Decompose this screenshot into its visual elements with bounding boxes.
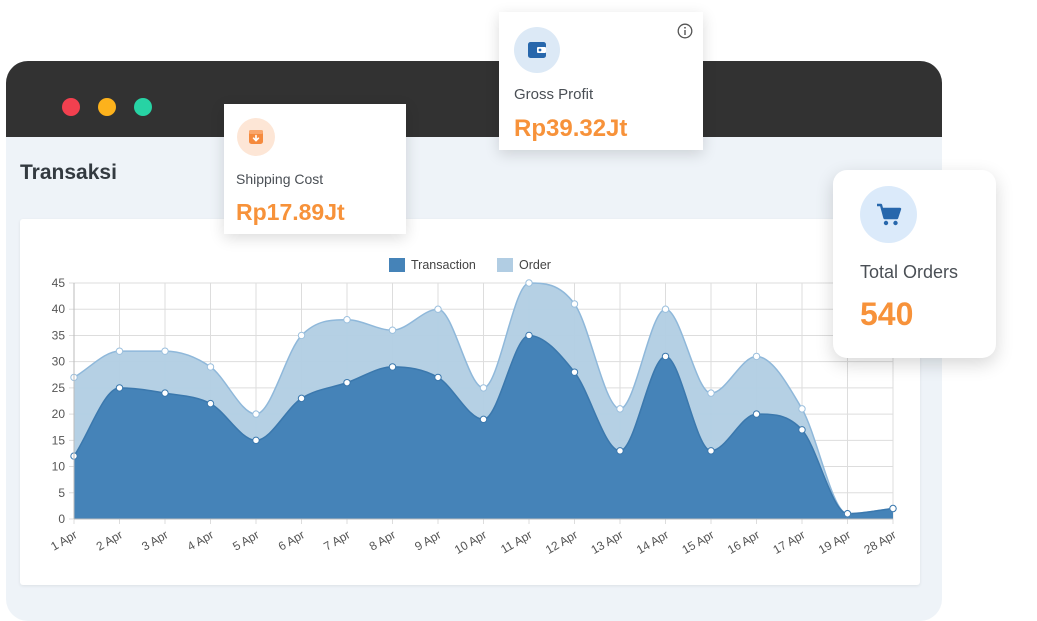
info-icon[interactable] <box>677 23 693 39</box>
transaction-point[interactable] <box>388 363 397 371</box>
transaction-point[interactable] <box>434 373 442 382</box>
legend-label[interactable]: Transaction <box>411 258 476 272</box>
x-tick-label: 3 Apr <box>139 527 170 553</box>
transaction-point[interactable] <box>206 399 215 408</box>
y-tick-label: 40 <box>52 302 66 316</box>
x-tick-label: 8 Apr <box>367 527 398 553</box>
shipping-cost-value: Rp17.89Jt <box>236 199 345 225</box>
y-tick-label: 15 <box>52 433 66 447</box>
wallet-icon <box>514 27 560 73</box>
x-tick-label: 2 Apr <box>94 527 125 553</box>
order-point[interactable] <box>161 347 169 355</box>
legend-swatch <box>497 258 513 272</box>
close-dot[interactable] <box>62 98 80 116</box>
order-point[interactable] <box>252 410 260 418</box>
legend-swatch <box>389 258 405 272</box>
shipping-cost-label: Shipping Cost <box>236 171 324 187</box>
order-point[interactable] <box>570 300 579 308</box>
x-tick-label: 12 Apr <box>543 527 580 556</box>
transaction-point[interactable] <box>889 504 897 513</box>
transaction-point[interactable] <box>297 394 306 403</box>
order-point[interactable] <box>115 347 124 355</box>
x-tick-label: 19 Apr <box>816 527 853 556</box>
order-point[interactable] <box>434 305 442 313</box>
y-tick-label: 0 <box>58 512 65 526</box>
x-tick-label: 16 Apr <box>725 527 762 556</box>
x-tick-label: 1 Apr <box>48 527 79 553</box>
y-tick-label: 10 <box>52 460 66 474</box>
transaction-point[interactable] <box>161 389 169 397</box>
order-point[interactable] <box>661 305 670 313</box>
x-tick-label: 6 Apr <box>276 527 307 553</box>
x-tick-label: 13 Apr <box>588 527 625 556</box>
x-tick-label: 5 Apr <box>230 527 261 553</box>
transaction-point[interactable] <box>525 331 533 340</box>
order-point[interactable] <box>752 352 761 361</box>
total-orders-card: Total Orders 540 <box>833 170 996 358</box>
gross-profit-value: Rp39.32Jt <box>514 115 628 142</box>
box-icon <box>237 118 275 156</box>
transaction-point[interactable] <box>798 426 806 434</box>
minimize-dot[interactable] <box>98 98 116 116</box>
y-tick-label: 45 <box>52 276 66 290</box>
order-point[interactable] <box>798 405 806 413</box>
order-point[interactable] <box>206 363 215 371</box>
cart-icon <box>860 186 917 243</box>
transaction-point[interactable] <box>661 352 670 361</box>
maximize-dot[interactable] <box>134 98 152 116</box>
y-tick-label: 25 <box>52 381 66 395</box>
x-tick-label: 14 Apr <box>634 527 671 556</box>
x-tick-label: 4 Apr <box>185 527 216 553</box>
chart-card: 0 5 10 15 20 25 30 35 40 45 1 Apr 2 Apr 3 Apr 4 Apr 5 … <box>20 219 920 585</box>
order-point[interactable] <box>525 279 533 287</box>
shipping-cost-card: Shipping Cost Rp17.89Jt <box>224 104 406 234</box>
order-point[interactable] <box>616 405 624 413</box>
y-tick-label: 35 <box>52 328 66 342</box>
transaction-point[interactable] <box>115 384 124 392</box>
order-point[interactable] <box>707 389 715 397</box>
browser-window: Transaksi 0 5 10 15 20 25 30 35 40 45 1 Apr 2 Apr 3 … <box>6 61 942 621</box>
total-orders-label: Total Orders <box>860 262 959 282</box>
x-tick-label: 10 Apr <box>452 527 489 556</box>
y-tick-label: 5 <box>58 486 65 500</box>
x-tick-label: 15 Apr <box>679 527 716 556</box>
legend-label[interactable]: Order <box>519 258 551 272</box>
total-orders-value: 540 <box>860 296 914 332</box>
transaction-point[interactable] <box>343 378 351 387</box>
transaction-point[interactable] <box>707 447 715 455</box>
x-tick-label: 17 Apr <box>770 527 807 556</box>
order-point[interactable] <box>297 331 306 340</box>
x-tick-label: 11 Apr <box>498 527 534 556</box>
transaction-point[interactable] <box>252 436 260 445</box>
window-titlebar <box>6 61 942 137</box>
area-chart: 0 5 10 15 20 25 30 35 40 45 1 Apr 2 Apr 3 Apr 4 Apr 5 … <box>48 258 899 557</box>
transaction-point[interactable] <box>570 368 579 376</box>
x-tick-label: 7 Apr <box>321 527 352 553</box>
order-point[interactable] <box>343 316 351 324</box>
order-point[interactable] <box>479 384 488 392</box>
transaction-point[interactable] <box>616 447 624 455</box>
y-tick-label: 20 <box>52 407 66 421</box>
transaction-point[interactable] <box>479 415 488 424</box>
transaction-point[interactable] <box>752 410 761 418</box>
gross-profit-label: Gross Profit <box>514 86 594 103</box>
gross-profit-card: Gross Profit Rp39.32Jt <box>499 12 703 150</box>
page-title: Transaksi <box>20 161 117 184</box>
y-tick-label: 30 <box>52 355 66 369</box>
order-point[interactable] <box>388 326 397 334</box>
transaction-point[interactable] <box>843 510 852 518</box>
x-tick-label: 9 Apr <box>412 527 443 553</box>
x-tick-label: 28 Apr <box>861 527 898 556</box>
